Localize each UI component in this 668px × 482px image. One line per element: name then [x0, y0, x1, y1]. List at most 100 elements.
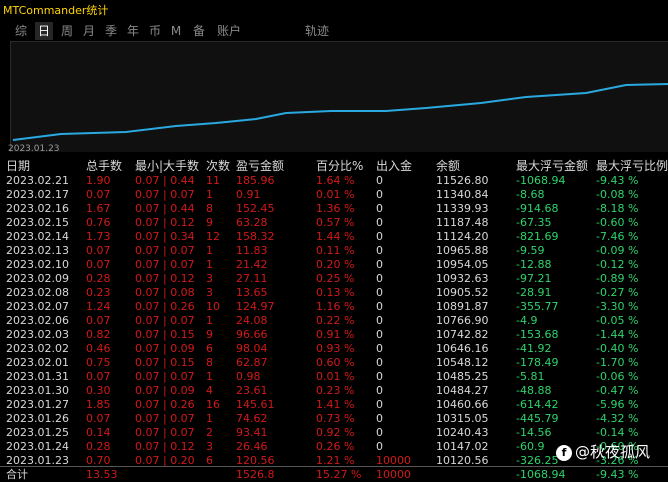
- col-balance[interactable]: 余额: [436, 157, 460, 174]
- cell-pnl: 124.97: [236, 300, 275, 313]
- tab-account[interactable]: 账户: [214, 22, 244, 40]
- cell-maxlosspct: -0.60 %: [596, 216, 639, 229]
- balance-chart: [10, 41, 668, 152]
- table-row[interactable]: 2023.01.26 0.07 0.07 | 0.07 1 74.62 0.73 % 0 10…: [0, 411, 668, 426]
- tab-quarter[interactable]: 季: [102, 22, 120, 40]
- cell-minmax: 0.07 | 0.09: [135, 384, 195, 397]
- table-row[interactable]: 2023.01.25 0.14 0.07 | 0.07 2 93.41 0.92 % 0 10…: [0, 425, 668, 440]
- cell-pnl: 93.41: [236, 426, 268, 439]
- tab-year[interactable]: 年: [124, 22, 142, 40]
- cell-maxloss: -41.92: [516, 342, 552, 355]
- col-maxlosspct[interactable]: 最大浮亏比例: [596, 157, 668, 174]
- cell-date: 2023.01.27: [6, 398, 69, 411]
- tab-week[interactable]: 周: [58, 22, 76, 40]
- table-row[interactable]: 2023.02.14 1.73 0.07 | 0.34 12 158.32 1.44 % 0…: [0, 229, 668, 244]
- weibo-logo-icon: f: [556, 445, 572, 461]
- table-row[interactable]: 2023.02.02 0.46 0.07 | 0.09 6 98.04 0.93 % 0 10…: [0, 341, 668, 356]
- cell-maxloss: -153.68: [516, 328, 559, 341]
- cell-minmax: 0.07 | 0.07: [135, 258, 195, 271]
- table-row[interactable]: 2023.02.06 0.07 0.07 | 0.07 1 24.08 0.22 % 0 10…: [0, 313, 668, 328]
- table-row[interactable]: 2023.01.27 1.85 0.07 | 0.26 16 145.61 1.41 % 0…: [0, 397, 668, 412]
- total-pnl: 1526.8: [236, 468, 275, 481]
- balance-curve: [12, 83, 668, 141]
- cell-maxloss: -48.88: [516, 384, 552, 397]
- cell-flow: 0: [376, 426, 383, 439]
- cell-pct: 0.26 %: [316, 440, 355, 453]
- cell-pct: 1.41 %: [316, 398, 355, 411]
- table-row[interactable]: 2023.02.07 1.24 0.07 | 0.26 10 124.97 1.16 % 0…: [0, 299, 668, 314]
- cell-maxlosspct: -3.30 %: [596, 300, 639, 313]
- cell-flow: 0: [376, 272, 383, 285]
- table-row[interactable]: 2023.02.01 0.75 0.07 | 0.15 8 62.87 0.60 % 0 10…: [0, 355, 668, 370]
- cell-pnl: 96.66: [236, 328, 268, 341]
- col-minmax[interactable]: 最小|大手数: [135, 157, 199, 174]
- col-pct[interactable]: 百分比%: [316, 157, 363, 174]
- table-row[interactable]: 2023.02.08 0.23 0.07 | 0.08 3 13.65 0.13 % 0 10…: [0, 285, 668, 300]
- col-date[interactable]: 日期: [6, 157, 30, 174]
- cell-count: 9: [206, 216, 213, 229]
- cell-maxloss: -4.9: [516, 314, 538, 327]
- col-pnl[interactable]: 盈亏金额: [236, 157, 284, 174]
- tab-trajectory[interactable]: 轨迹: [302, 22, 332, 40]
- cell-lots: 0.14: [86, 426, 111, 439]
- cell-lots: 0.28: [86, 440, 111, 453]
- cell-flow: 0: [376, 384, 383, 397]
- cell-date: 2023.01.25: [6, 426, 69, 439]
- cell-lots: 1.73: [86, 230, 111, 243]
- tab-day[interactable]: 日: [35, 22, 53, 40]
- total-lots: 13.53: [86, 468, 118, 481]
- table-row[interactable]: 2023.02.15 0.76 0.07 | 0.12 9 63.28 0.57 % 0 11…: [0, 215, 668, 230]
- cell-minmax: 0.07 | 0.08: [135, 286, 195, 299]
- cell-minmax: 0.07 | 0.44: [135, 202, 195, 215]
- cell-balance: 10548.12: [436, 356, 489, 369]
- tab-currency[interactable]: 币: [146, 22, 164, 40]
- table-row[interactable]: 2023.01.30 0.30 0.07 | 0.09 4 23.61 0.23 % 0 10…: [0, 383, 668, 398]
- table-row[interactable]: 2023.02.16 1.67 0.07 | 0.44 8 152.45 1.36 % 0 1…: [0, 201, 668, 216]
- table-row[interactable]: 2023.02.03 0.82 0.07 | 0.15 9 96.66 0.91 % 0 10…: [0, 327, 668, 342]
- cell-maxlosspct: -0.40 %: [596, 342, 639, 355]
- cell-flow: 0: [376, 216, 383, 229]
- col-flow[interactable]: 出入金: [376, 157, 412, 174]
- table-header: 日期 总手数 最小|大手数 次数 盈亏金额 百分比% 出入金 余额 最大浮亏金额…: [0, 157, 668, 173]
- cell-pct: 0.01 %: [316, 370, 355, 383]
- cell-date: 2023.02.09: [6, 272, 69, 285]
- cell-date: 2023.02.08: [6, 286, 69, 299]
- cell-balance: 10905.52: [436, 286, 489, 299]
- cell-balance: 10460.66: [436, 398, 489, 411]
- cell-pnl: 24.08: [236, 314, 268, 327]
- cell-balance: 10766.90: [436, 314, 489, 327]
- cell-balance: 10742.82: [436, 328, 489, 341]
- cell-flow: 0: [376, 258, 383, 271]
- table-row[interactable]: 2023.02.13 0.07 0.07 | 0.07 1 11.83 0.11 % 0 10…: [0, 243, 668, 258]
- cell-count: 3: [206, 440, 213, 453]
- cell-maxlosspct: -0.89 %: [596, 272, 639, 285]
- table-row[interactable]: 2023.02.21 1.90 0.07 | 0.44 11 185.96 1.64 % 0…: [0, 173, 668, 188]
- cell-pnl: 0.98: [236, 370, 261, 383]
- tab-m[interactable]: M: [168, 22, 184, 40]
- cell-maxlosspct: -4.32 %: [596, 412, 639, 425]
- col-count[interactable]: 次数: [206, 157, 230, 174]
- cell-lots: 1.67: [86, 202, 111, 215]
- cell-pnl: 152.45: [236, 202, 275, 215]
- col-maxloss[interactable]: 最大浮亏金额: [516, 157, 588, 174]
- table-row[interactable]: 2023.02.09 0.28 0.07 | 0.12 3 27.11 0.25 % 0 10…: [0, 271, 668, 286]
- cell-pnl: 21.42: [236, 258, 268, 271]
- cell-maxlosspct: -9.43 %: [596, 174, 639, 187]
- table-row[interactable]: 2023.02.10 0.07 0.07 | 0.07 1 21.42 0.20 % 0 10…: [0, 257, 668, 272]
- cell-balance: 11340.84: [436, 188, 489, 201]
- cell-pct: 0.01 %: [316, 188, 355, 201]
- cell-date: 2023.02.06: [6, 314, 69, 327]
- table-row[interactable]: 2023.02.17 0.07 0.07 | 0.07 1 0.91 0.01 % 0 113…: [0, 187, 668, 202]
- table-row[interactable]: 2023.01.31 0.07 0.07 | 0.07 1 0.98 0.01 % 0 104…: [0, 369, 668, 384]
- cell-maxloss: -60.9: [516, 440, 545, 453]
- cell-count: 1: [206, 188, 213, 201]
- cell-count: 2: [206, 426, 213, 439]
- cell-pnl: 62.87: [236, 356, 268, 369]
- cell-balance: 10965.88: [436, 244, 489, 257]
- col-lots[interactable]: 总手数: [86, 157, 122, 174]
- tab-month[interactable]: 月: [80, 22, 98, 40]
- cell-minmax: 0.07 | 0.07: [135, 426, 195, 439]
- tab-backup[interactable]: 备: [190, 22, 208, 40]
- cell-balance: 10485.25: [436, 370, 489, 383]
- tab-summary[interactable]: 综: [12, 22, 30, 40]
